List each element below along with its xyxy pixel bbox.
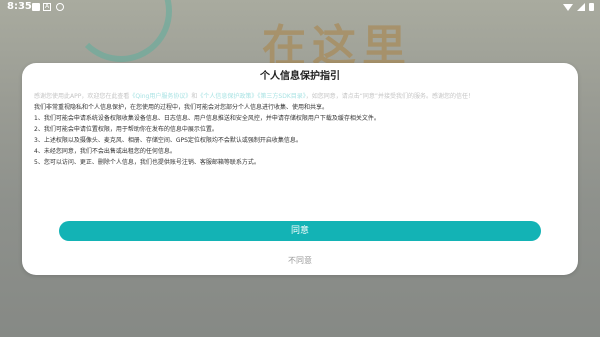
user-agreement-link[interactable]: 《Qing用户服务协议》	[129, 93, 191, 100]
signal-icon	[577, 3, 585, 11]
status-bar: 8:35 A	[0, 0, 600, 14]
intro-prefix: 感谢您使用此APP，欢迎您在此查看	[34, 93, 130, 100]
paragraph-item-4: 4、未经您同意，我们不会出售或出租您的任何信息。	[34, 148, 176, 155]
photo-icon	[32, 3, 40, 11]
paragraph-item-5: 5、您可以访问、更正、删除个人信息，我们也提供账号注销、客服邮箱等联系方式。	[34, 159, 260, 166]
notification-a-icon: A	[43, 3, 51, 11]
paragraph-item-1: 1、我们可能会申请系统设备权限收集设备信息、日志信息、用户信息推送和安全风控，并…	[34, 115, 380, 122]
intro-suffix: ，如您同意，请点击“同意”并接受我们的服务。感谢您的信任！	[305, 93, 474, 100]
privacy-policy-link[interactable]: 《个人信息保护政策》	[197, 93, 257, 100]
wifi-icon	[563, 3, 573, 11]
circle-icon	[56, 3, 64, 11]
intro-faded-line: 感谢您使用此APP，欢迎您在此查看《Qing用户服务协议》和《个人信息保护政策》…	[34, 91, 570, 102]
battery-icon	[589, 3, 594, 11]
paragraph-intro: 我们非常重视隐私和个人信息保护，在您使用的过程中，我们可能会对您部分个人信息进行…	[34, 104, 329, 111]
agree-button[interactable]: 同意	[59, 221, 541, 241]
sdk-list-link[interactable]: 《第三方SDK目录》	[257, 93, 305, 100]
privacy-dialog: 个人信息保护指引 感谢您使用此APP，欢迎您在此查看《Qing用户服务协议》和《…	[22, 63, 578, 275]
status-indicators	[563, 0, 594, 14]
paragraph-item-3: 3、上述权限以及摄像头、麦克风、相册、存储空间、GPS定位权限均不会默认或强制开…	[34, 137, 302, 144]
dialog-title: 个人信息保护指引	[260, 71, 340, 82]
disagree-button[interactable]: 不同意	[22, 255, 578, 266]
paragraph-item-2: 2、我们可能会申请位置权限，用于帮助你在发布的信息中展示位置。	[34, 126, 218, 133]
dialog-body: 感谢您使用此APP，欢迎您在此查看《Qing用户服务协议》和《个人信息保护政策》…	[34, 91, 570, 168]
status-time: 8:35	[7, 1, 32, 12]
